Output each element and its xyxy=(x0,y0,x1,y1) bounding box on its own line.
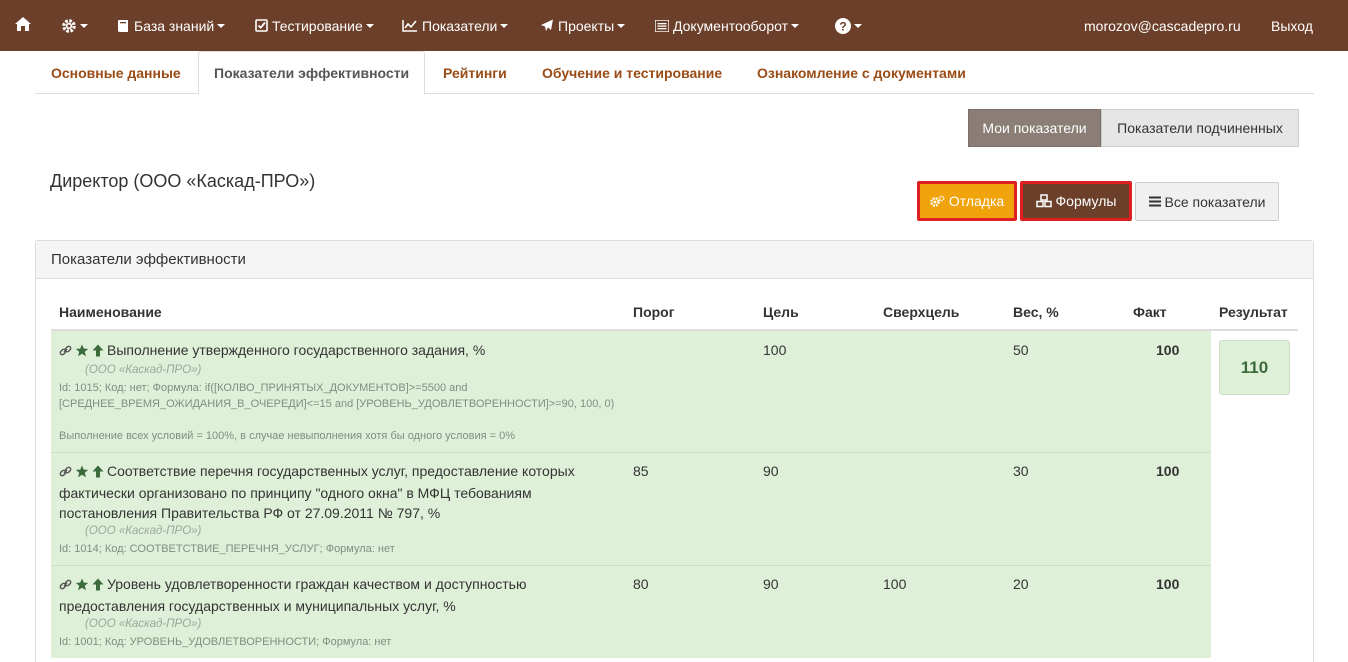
column-header-supergoal: Сверхцель xyxy=(883,304,960,320)
indicator-name-text: Соответствие перечня государственных усл… xyxy=(59,463,575,521)
indicator-name: Уровень удовлетворенности граждан качест… xyxy=(59,574,619,616)
profile-tabs: Основные данные Показатели эффективности… xyxy=(35,51,1314,95)
page-title: Директор (ООО «Каскад-ПРО») xyxy=(50,171,316,191)
column-header-threshold: Порог xyxy=(633,304,675,320)
top-navbar: База знаний Тестирование Показатели Прое… xyxy=(0,0,1348,51)
paper-plane-icon xyxy=(540,19,554,32)
goal-value: 90 xyxy=(763,463,779,479)
chevron-down-icon xyxy=(500,23,509,28)
goal-value: 90 xyxy=(763,576,779,592)
chevron-down-icon xyxy=(617,23,626,28)
indicator-name: Соответствие перечня государственных усл… xyxy=(59,461,619,523)
debug-button[interactable]: Отладка xyxy=(917,181,1017,221)
subordinates-indicators-button[interactable]: Показатели подчиненных xyxy=(1101,109,1299,147)
threshold-value: 80 xyxy=(633,576,649,592)
chevron-down-icon xyxy=(365,23,374,28)
indicator-name: Выполнение утвержденного государственног… xyxy=(59,340,619,362)
tab-docs[interactable]: Ознакомление с документами xyxy=(757,51,966,94)
indicator-meta: Id: 1015; Код: нет; Формула: if([КОЛВО_П… xyxy=(59,382,615,410)
link-icon[interactable] xyxy=(59,463,72,483)
star-icon[interactable] xyxy=(75,342,89,362)
debug-button-label: Отладка xyxy=(948,193,1005,209)
nav-testing[interactable]: Тестирование xyxy=(255,0,374,51)
formulas-button[interactable]: Формулы xyxy=(1020,181,1132,221)
indicator-org: (ООО «Каскад-ПРО») xyxy=(85,364,202,376)
tab-training[interactable]: Обучение и тестирование xyxy=(542,51,722,94)
cubes-icon xyxy=(1035,194,1052,208)
tab-basic[interactable]: Основные данные xyxy=(51,51,181,94)
nav-docflow[interactable]: Документооборот xyxy=(655,0,800,51)
column-header-weight: Вес, % xyxy=(1013,304,1059,320)
indicator-meta: Id: 1001; Код: УРОВЕНЬ_УДОВЛЕТВОРЕННОСТИ… xyxy=(59,636,392,648)
arrow-up-icon xyxy=(92,342,104,362)
weight-value: 20 xyxy=(1013,576,1029,592)
formulas-button-label: Формулы xyxy=(1055,193,1117,209)
check-square-icon xyxy=(255,19,268,32)
tab-ratings[interactable]: Рейтинги xyxy=(443,51,507,94)
list-icon xyxy=(655,19,669,32)
indicator-note: Выполнение всех условий = 100%, в случае… xyxy=(59,430,516,442)
chevron-down-icon xyxy=(791,23,800,28)
column-header-result: Результат xyxy=(1219,304,1288,320)
fact-value: 100 xyxy=(1156,576,1180,592)
indicator-name-text: Уровень удовлетворенности граждан качест… xyxy=(59,576,527,614)
home-icon xyxy=(14,16,32,35)
indicator-name-text: Выполнение утвержденного государственног… xyxy=(107,342,486,358)
question-icon: ? xyxy=(835,17,851,34)
indicator-org: (ООО «Каскад-ПРО») xyxy=(85,525,202,537)
help-menu[interactable]: ? xyxy=(835,0,862,51)
link-icon[interactable] xyxy=(59,342,72,362)
star-icon[interactable] xyxy=(75,463,89,483)
fact-value: 100 xyxy=(1156,342,1180,358)
supergoal-value: 100 xyxy=(883,576,907,592)
column-header-name: Наименование xyxy=(59,304,162,320)
bars-icon xyxy=(1148,196,1161,207)
panel-heading: Показатели эффективности xyxy=(36,241,1313,279)
chevron-down-icon xyxy=(217,23,226,28)
svg-text:?: ? xyxy=(839,19,846,33)
book-icon xyxy=(117,19,130,33)
fact-value: 100 xyxy=(1156,463,1180,479)
settings-menu[interactable] xyxy=(61,0,88,51)
nav-docflow-label: Документооборот xyxy=(673,17,789,34)
column-header-goal: Цель xyxy=(763,304,799,320)
nav-testing-label: Тестирование xyxy=(272,17,363,34)
line-chart-icon xyxy=(402,19,418,32)
chevron-down-icon xyxy=(80,23,88,28)
nav-knowledge-label: База знаний xyxy=(134,17,215,34)
user-email-link[interactable]: morozov@cascadepro.ru xyxy=(1084,0,1241,51)
all-indicators-button[interactable]: Все показатели xyxy=(1135,182,1279,221)
weight-value: 30 xyxy=(1013,463,1029,479)
logout-link[interactable]: Выход xyxy=(1271,0,1313,51)
star-icon[interactable] xyxy=(75,576,89,596)
my-indicators-button[interactable]: Мои показатели xyxy=(968,109,1101,147)
nav-knowledge[interactable]: База знаний xyxy=(117,0,226,51)
arrow-up-icon xyxy=(92,463,104,483)
goal-value: 100 xyxy=(763,342,787,358)
chevron-down-icon xyxy=(854,23,862,28)
weight-value: 50 xyxy=(1013,342,1029,358)
all-indicators-label: Все показатели xyxy=(1164,193,1266,210)
indicator-org: (ООО «Каскад-ПРО») xyxy=(85,618,202,630)
arrow-up-icon xyxy=(92,576,104,596)
tab-kpi[interactable]: Показатели эффективности xyxy=(198,51,426,95)
nav-projects-label: Проекты xyxy=(558,17,615,34)
nav-indicators[interactable]: Показатели xyxy=(402,0,509,51)
link-icon[interactable] xyxy=(59,576,72,596)
home-link[interactable] xyxy=(14,0,32,51)
nav-projects[interactable]: Проекты xyxy=(540,0,626,51)
nav-indicators-label: Показатели xyxy=(422,17,498,34)
cogs-icon xyxy=(930,194,945,208)
indicator-meta: Id: 1014; Код: СООТВЕТСТВИЕ_ПЕРЕЧНЯ_УСЛУ… xyxy=(59,543,395,555)
threshold-value: 85 xyxy=(633,463,649,479)
column-header-fact: Факт xyxy=(1133,304,1167,320)
gear-icon xyxy=(61,18,77,34)
result-badge: 110 xyxy=(1219,340,1290,395)
